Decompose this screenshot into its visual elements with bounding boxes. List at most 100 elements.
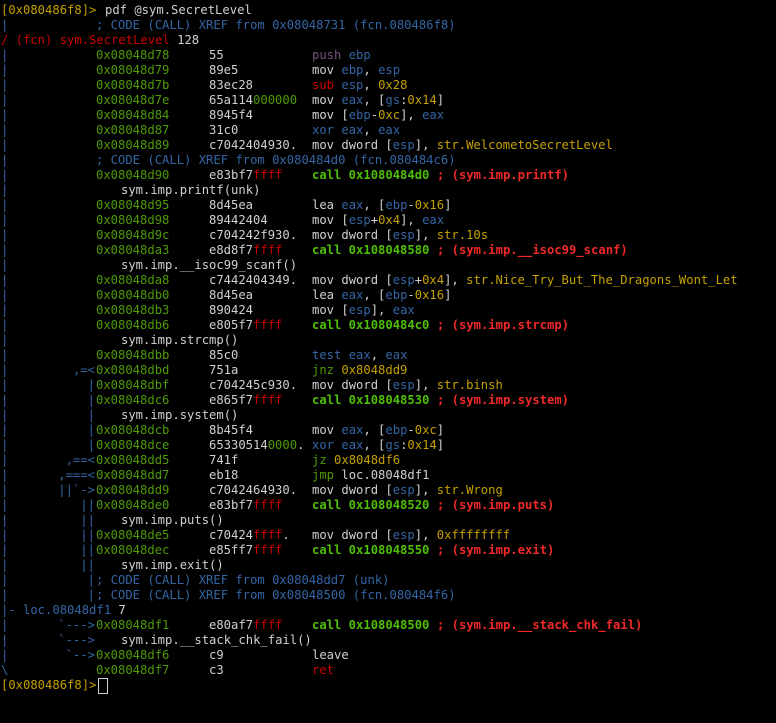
flow-glyph: | bbox=[1, 453, 9, 467]
instruction-address[interactable]: 0x08048df7 bbox=[96, 663, 169, 678]
opcode-bytes: 85c0 bbox=[209, 348, 239, 362]
instruction-address[interactable]: 0x08048d98 bbox=[96, 213, 169, 228]
flow-glyph: | bbox=[1, 468, 9, 482]
call-annotation: sym.imp.printf(unk) bbox=[121, 183, 261, 197]
terminal-window[interactable]: [0x080486f8]> pdf @sym.SecretLevel |; CO… bbox=[0, 0, 776, 718]
instruction-address[interactable]: 0x08048d90 bbox=[96, 168, 169, 183]
disasm-line: | `---> sym.imp.__stack_chk_fail() bbox=[0, 633, 776, 648]
instruction-text: mov dword [esp], 0xffffffff bbox=[312, 528, 511, 542]
disasm-line: |- loc.08048df1 7 bbox=[0, 603, 776, 618]
instruction-address[interactable]: 0x08048da3 bbox=[96, 243, 169, 258]
instruction-address[interactable]: 0x08048db3 bbox=[96, 303, 169, 318]
opcode-bytes: c7442404349. bbox=[209, 273, 298, 287]
prompt-line: [0x080486f8]> pdf @sym.SecretLevel bbox=[0, 3, 776, 18]
opcode-bytes: 65a114000000 bbox=[209, 93, 298, 107]
jump-arrow: | bbox=[87, 378, 95, 392]
call-annotation: sym.imp.strcmp() bbox=[121, 333, 239, 347]
disasm-line: | 0x08048d79 89e5 mov ebp, esp bbox=[0, 63, 776, 78]
instruction-address[interactable]: 0x08048d7b bbox=[96, 78, 169, 93]
instruction-address[interactable]: 0x08048dd9 bbox=[96, 483, 169, 498]
disasm-line: / (fcn) sym.SecretLevel 128 bbox=[0, 33, 776, 48]
instruction-address[interactable]: 0x08048dd5 bbox=[96, 453, 169, 468]
instruction-text: call 0x1080484d0 bbox=[312, 168, 430, 182]
instruction-address[interactable]: 0x08048d9c bbox=[96, 228, 169, 243]
jump-arrow: ,=< bbox=[72, 363, 95, 377]
instruction-address[interactable]: 0x08048de5 bbox=[96, 528, 169, 543]
instruction-address[interactable]: 0x08048df1 bbox=[96, 618, 169, 633]
instruction-text: lea eax, [ebp-0x16] bbox=[312, 288, 452, 302]
instruction-address[interactable]: 0x08048d7e bbox=[96, 93, 169, 108]
instruction-text: ret bbox=[312, 663, 335, 677]
flow-glyph: | bbox=[1, 408, 9, 422]
disasm-line: | 0x08048db6 e805f7ffff call 0x1080484c0 ; (… bbox=[0, 318, 776, 333]
disasm-line: | 0x08048d7b 83ec28 sub esp, 0x28 bbox=[0, 78, 776, 93]
xref-comment: ; CODE (CALL) XREF from 0x08048500 (fcn.… bbox=[96, 588, 456, 602]
jump-arrow: `---> bbox=[58, 633, 95, 647]
opcode-bytes: c9 bbox=[209, 648, 224, 662]
final-prompt: [0x080486f8]> bbox=[1, 678, 109, 694]
opcode-bytes: e805f7ffff bbox=[209, 318, 283, 332]
disasm-line: | 0x08048d84 8945f4 mov [ebp-0xc], eax bbox=[0, 108, 776, 123]
instruction-address[interactable]: 0x08048dcb bbox=[96, 423, 169, 438]
instruction-text: call 0x108048550 bbox=[312, 543, 430, 557]
flow-glyph: | bbox=[1, 273, 9, 287]
opcode-bytes: e83bf7ffff bbox=[209, 498, 283, 512]
command-text: pdf @sym.SecretLevel bbox=[105, 3, 252, 17]
instruction-address[interactable]: 0x08048dbb bbox=[96, 348, 169, 363]
instruction-address[interactable]: 0x08048de0 bbox=[96, 498, 169, 513]
instruction-address[interactable]: 0x08048dbd bbox=[96, 363, 169, 378]
call-annotation: sym.imp.__isoc99_scanf() bbox=[121, 258, 298, 272]
call-target-comment: ; (sym.imp.puts) bbox=[436, 498, 555, 512]
flow-glyph: | bbox=[1, 213, 9, 227]
flow-glyph: | bbox=[1, 198, 9, 212]
jump-arrow: | bbox=[87, 408, 95, 422]
instruction-address[interactable]: 0x08048dce bbox=[96, 438, 169, 453]
disasm-line: | `--> 0x08048df6 c9 leave bbox=[0, 648, 776, 663]
opcode-bytes: c3 bbox=[209, 663, 224, 677]
opcode-bytes: 89e5 bbox=[209, 63, 239, 77]
jump-arrow: | bbox=[87, 393, 95, 407]
instruction-address[interactable]: 0x08048db0 bbox=[96, 288, 169, 303]
opcode-bytes: 89442404 bbox=[209, 213, 268, 227]
disasm-line: | sym.imp.__isoc99_scanf() bbox=[0, 258, 776, 273]
instruction-address[interactable]: 0x08048d84 bbox=[96, 108, 169, 123]
call-target-comment: ; (sym.imp.__stack_chk_fail) bbox=[436, 618, 643, 632]
instruction-address[interactable]: 0x08048df6 bbox=[96, 648, 169, 663]
instruction-address[interactable]: 0x08048d87 bbox=[96, 123, 169, 138]
flow-glyph: | bbox=[1, 633, 9, 647]
disasm-line: | |; CODE (CALL) XREF from 0x08048dd7 (un… bbox=[0, 573, 776, 588]
instruction-address[interactable]: 0x08048d95 bbox=[96, 198, 169, 213]
instruction-address[interactable]: 0x08048d78 bbox=[96, 48, 169, 63]
opcode-bytes: e80af7ffff bbox=[209, 618, 283, 632]
call-annotation: sym.imp.__stack_chk_fail() bbox=[121, 633, 312, 647]
instruction-address[interactable]: 0x08048d79 bbox=[96, 63, 169, 78]
instruction-text: lea eax, [ebp-0x16] bbox=[312, 198, 452, 212]
disasm-line: | 0x08048d7e 65a114000000 mov eax, [gs:0x14… bbox=[0, 93, 776, 108]
flow-glyph: | bbox=[1, 288, 9, 302]
flow-glyph: \ bbox=[1, 663, 9, 677]
opcode-bytes: c7042404930. bbox=[209, 138, 298, 152]
flow-glyph: | bbox=[1, 543, 9, 557]
disasm-line: | | 0x08048dc6 e865f7ffff call 0x108048530; … bbox=[0, 393, 776, 408]
instruction-text: mov dword [esp], str.binsh bbox=[312, 378, 503, 392]
jump-arrow: | bbox=[87, 573, 95, 587]
disasm-line: | ; CODE (CALL) XREF from 0x080484d0 (fcn… bbox=[0, 153, 776, 168]
final-prompt-line[interactable]: [0x080486f8]> bbox=[0, 678, 776, 694]
opcode-bytes: eb18 bbox=[209, 468, 239, 482]
instruction-address[interactable]: 0x08048dec bbox=[96, 543, 169, 558]
instruction-address[interactable]: 0x08048dbf bbox=[96, 378, 169, 393]
instruction-address[interactable]: 0x08048da8 bbox=[96, 273, 169, 288]
disasm-line: | 0x08048db0 8d45ea lea eax, [ebp-0x16] bbox=[0, 288, 776, 303]
terminal-cursor[interactable] bbox=[98, 678, 109, 694]
opcode-bytes: e85ff7ffff bbox=[209, 543, 283, 557]
opcode-bytes: 653305140000. bbox=[209, 438, 305, 452]
jump-arrow: ,==< bbox=[65, 453, 95, 467]
instruction-text: mov ebp, esp bbox=[312, 63, 401, 77]
instruction-address[interactable]: 0x08048d89 bbox=[96, 138, 169, 153]
instruction-address[interactable]: 0x08048dc6 bbox=[96, 393, 169, 408]
disasm-line: | sym.imp.printf(unk) bbox=[0, 183, 776, 198]
instruction-text: mov dword [esp+0x4], str.Nice_Try_But_Th… bbox=[312, 273, 738, 287]
instruction-address[interactable]: 0x08048dd7 bbox=[96, 468, 169, 483]
disasm-line: | 0x08048da3 e8d8f7ffff call 0x108048580 ; (… bbox=[0, 243, 776, 258]
instruction-address[interactable]: 0x08048db6 bbox=[96, 318, 169, 333]
